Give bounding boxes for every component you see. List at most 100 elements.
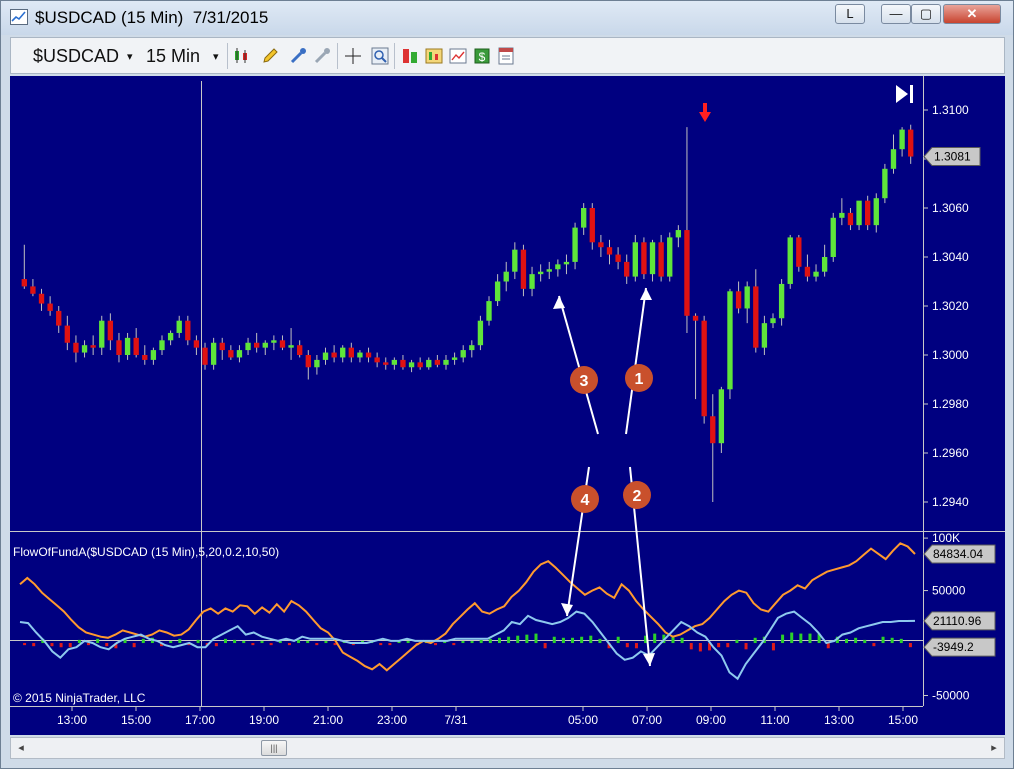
histogram-bar xyxy=(890,637,894,644)
instrument-selector[interactable]: $USDCAD xyxy=(33,46,119,67)
candle-body xyxy=(744,286,750,309)
histogram-bar xyxy=(242,640,246,644)
histogram-bar xyxy=(214,643,218,647)
candle-body xyxy=(73,342,79,353)
candle-body xyxy=(202,347,208,365)
strategy-icon[interactable] xyxy=(401,47,419,65)
bar-type-icon[interactable] xyxy=(425,47,443,65)
magnet-icon[interactable] xyxy=(313,47,331,65)
candle-body xyxy=(520,249,527,289)
pencil-icon[interactable] xyxy=(261,47,279,65)
annotation-callouts: 1 2 3 4 xyxy=(553,287,655,667)
candle-body xyxy=(830,217,836,257)
eyedropper-icon[interactable] xyxy=(289,47,307,65)
chart-canvas[interactable]: FlowOfFundA($USDCAD (15 Min),5,20,0.2,10… xyxy=(10,76,1005,735)
zoom-icon[interactable] xyxy=(371,47,389,65)
indicator-value-marker: -3949.2 xyxy=(923,637,996,657)
maximize-button[interactable]: ▢ xyxy=(911,4,941,24)
histogram-bar xyxy=(698,643,702,652)
candle-body xyxy=(546,269,552,272)
candle-body xyxy=(142,355,148,360)
histogram-bar xyxy=(86,643,90,646)
histogram-bar xyxy=(379,643,383,646)
histogram-bar xyxy=(96,638,100,644)
candle-body xyxy=(899,129,905,150)
candle-body xyxy=(159,340,165,351)
data-box-icon[interactable] xyxy=(449,47,467,65)
candle-body xyxy=(116,340,122,355)
candle-body xyxy=(581,208,587,228)
indicator-label: FlowOfFundA($USDCAD (15 Min),5,20,0.2,10… xyxy=(13,545,279,559)
histogram-bar xyxy=(461,640,465,644)
interval-selector[interactable]: 15 Min xyxy=(146,46,200,67)
histogram-bar xyxy=(178,638,182,644)
candle-body xyxy=(185,320,191,341)
candle-body xyxy=(856,200,862,226)
histogram-bar xyxy=(881,636,885,644)
candle-body xyxy=(322,352,329,360)
histogram-bar xyxy=(169,640,173,644)
histogram-bar xyxy=(132,643,136,648)
time-tick-label: 23:00 xyxy=(377,713,407,727)
callout-badge-4: 4 xyxy=(571,485,599,513)
histogram-bar xyxy=(525,634,529,644)
last-price-label: 1.3081 xyxy=(934,150,971,164)
candle-body xyxy=(649,242,656,275)
candle-body xyxy=(710,416,716,444)
callout-label: 1 xyxy=(635,371,644,388)
interval-dropdown-arrow[interactable]: ▾ xyxy=(213,50,219,63)
candle-body xyxy=(770,318,776,324)
dollar-icon[interactable]: $ xyxy=(473,47,491,65)
properties-icon[interactable] xyxy=(497,47,515,65)
callout-label: 4 xyxy=(581,492,590,509)
time-tick-label: 21:00 xyxy=(313,713,343,727)
histogram-bar xyxy=(589,635,593,644)
price-tick-label: 1.3100 xyxy=(932,103,969,117)
price-tick-label: 1.2940 xyxy=(932,495,969,509)
candlestick-icon[interactable] xyxy=(233,47,251,65)
histogram-bar xyxy=(50,643,54,647)
histogram-bar xyxy=(854,637,858,644)
histogram-bar xyxy=(479,639,483,644)
candle-body xyxy=(434,359,441,365)
scroll-left-arrow-icon[interactable]: ◂ xyxy=(13,740,29,756)
scroll-right-arrow-icon[interactable]: ▸ xyxy=(986,740,1002,756)
minimize-button[interactable]: — xyxy=(881,4,911,24)
candle-body xyxy=(572,227,578,262)
histogram-bar xyxy=(826,643,830,649)
chart-window: $USDCAD (15 Min) 7/31/2015 L — ▢ ✕ $USDC… xyxy=(0,0,1014,769)
callout-label: 2 xyxy=(633,488,642,505)
histogram-bar xyxy=(771,643,775,651)
histogram-bar xyxy=(388,643,392,646)
layout-button[interactable]: L xyxy=(835,4,865,24)
instrument-dropdown-arrow[interactable]: ▾ xyxy=(127,50,133,63)
histogram-bar xyxy=(516,635,520,644)
horizontal-scrollbar[interactable]: ◂ ||| ▸ xyxy=(10,737,1005,759)
histogram-bar xyxy=(543,643,547,649)
histogram-bar xyxy=(717,643,721,648)
candle-body xyxy=(460,350,466,358)
callout-badge-1: 1 xyxy=(625,364,653,392)
candle-body xyxy=(598,242,604,248)
crosshair-icon[interactable] xyxy=(344,47,362,65)
histogram-bar xyxy=(23,643,27,646)
time-tick-label: 17:00 xyxy=(185,713,215,727)
candle-body xyxy=(839,212,845,218)
skip-to-end-icon[interactable] xyxy=(896,85,913,103)
scroll-thumb[interactable]: ||| xyxy=(261,740,287,756)
chart-panel[interactable]: FlowOfFundA($USDCAD (15 Min),5,20,0.2,10… xyxy=(10,76,1005,735)
candle-body xyxy=(357,352,363,358)
histogram-bar xyxy=(872,643,876,647)
candle-body xyxy=(374,357,380,363)
histogram-bar xyxy=(863,639,867,644)
close-button[interactable]: ✕ xyxy=(943,4,1001,24)
time-tick-label: 7/31 xyxy=(444,713,468,727)
title-bar[interactable]: $USDCAD (15 Min) 7/31/2015 L — ▢ ✕ xyxy=(1,1,1013,35)
time-tick-label: 13:00 xyxy=(824,713,854,727)
candle-body xyxy=(606,247,613,255)
candle-body xyxy=(391,359,398,365)
indicator-value-label: 84834.04 xyxy=(933,547,983,561)
candle-body xyxy=(262,342,268,348)
histogram-bar xyxy=(196,639,200,644)
histogram-bar xyxy=(598,638,602,644)
